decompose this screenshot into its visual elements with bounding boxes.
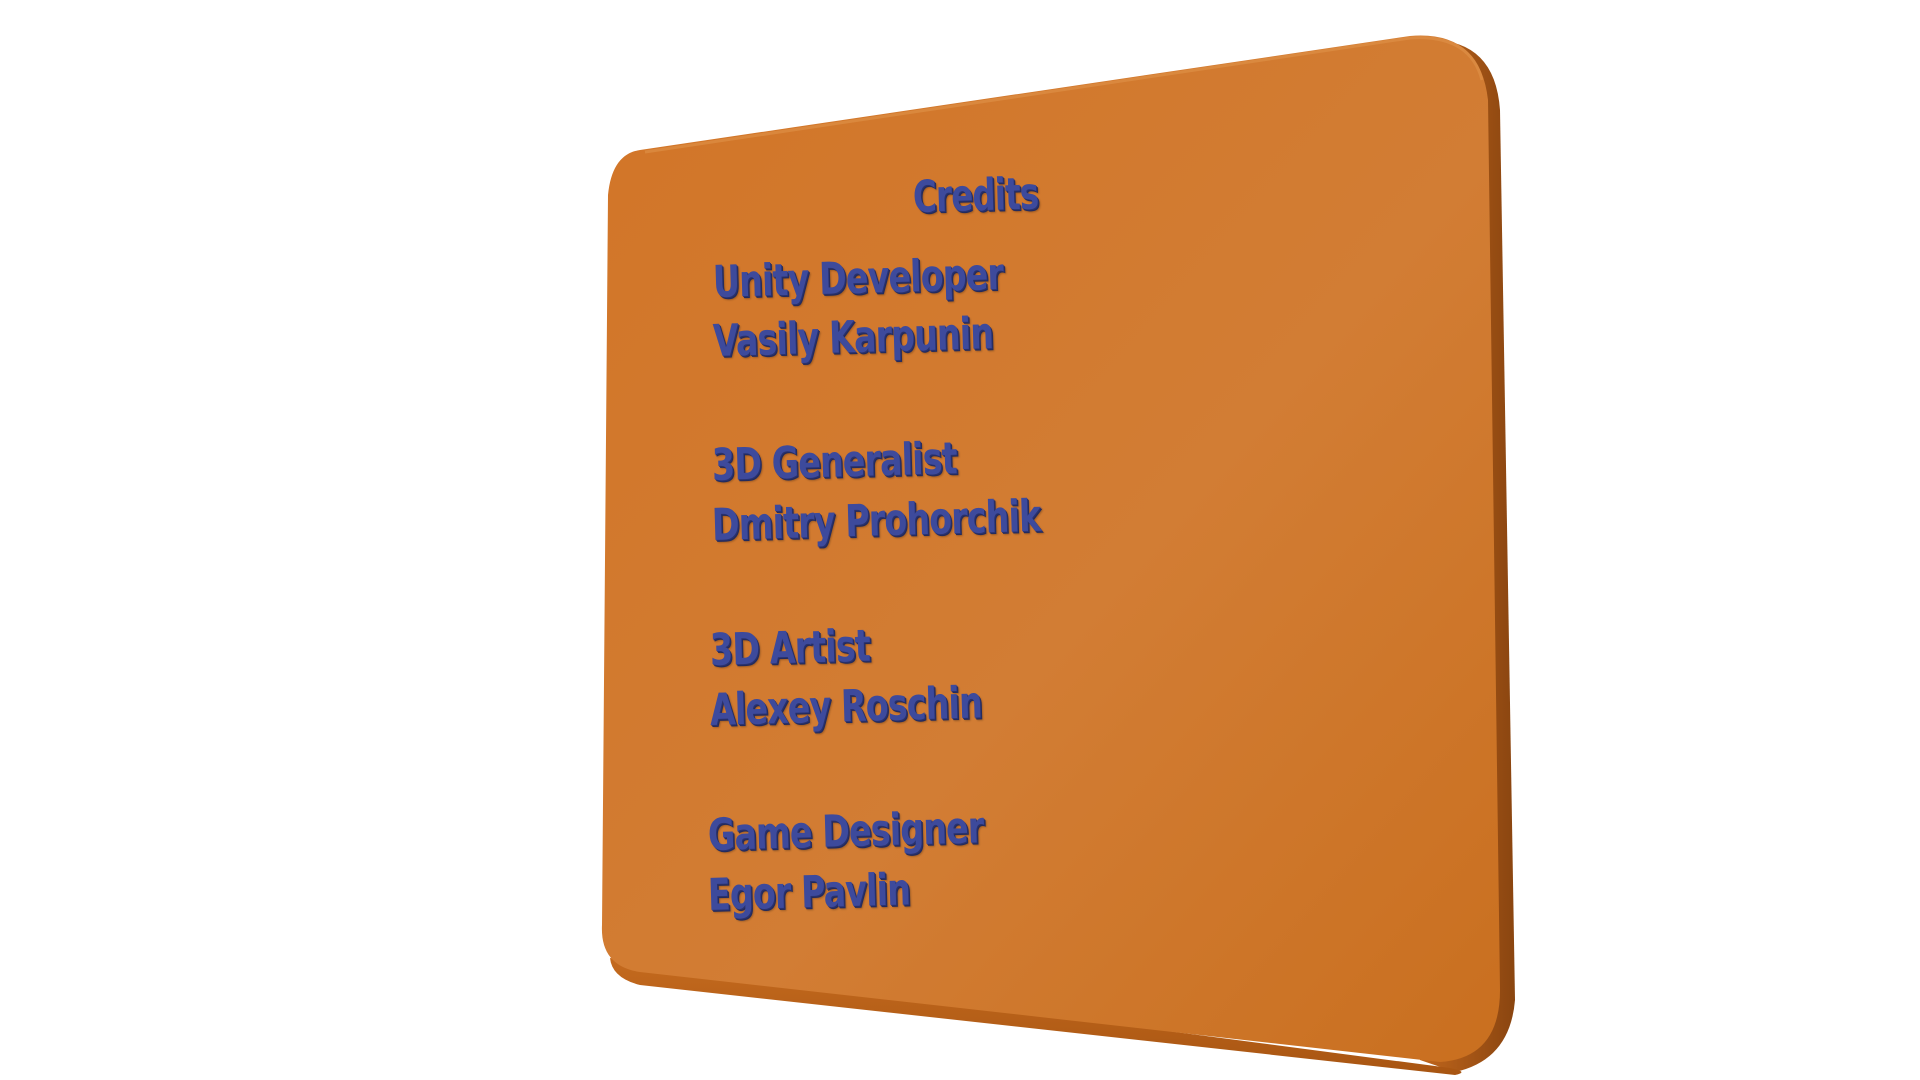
credit-role-3d-generalist: 3D Generalist (711, 433, 958, 491)
credit-name-vasily-karpunin: Vasily Karpunin (712, 308, 994, 367)
credit-name-alexey-roschin: Alexey Roschin (709, 677, 983, 736)
credit-name-egor-pavlin: Egor Pavlin (707, 864, 911, 921)
credits-title: Credits (912, 168, 1039, 223)
credit-role-unity-developer: Unity Developer (712, 248, 1004, 308)
credit-name-dmitry-prohorchik: Dmitry Prohorchik (711, 490, 1041, 551)
credit-role-game-designer: Game Designer (707, 802, 984, 861)
credit-role-3d-artist: 3D Artist (709, 620, 871, 676)
credits-scene: Credits Unity Developer Vasily Karpunin … (0, 0, 1920, 1080)
